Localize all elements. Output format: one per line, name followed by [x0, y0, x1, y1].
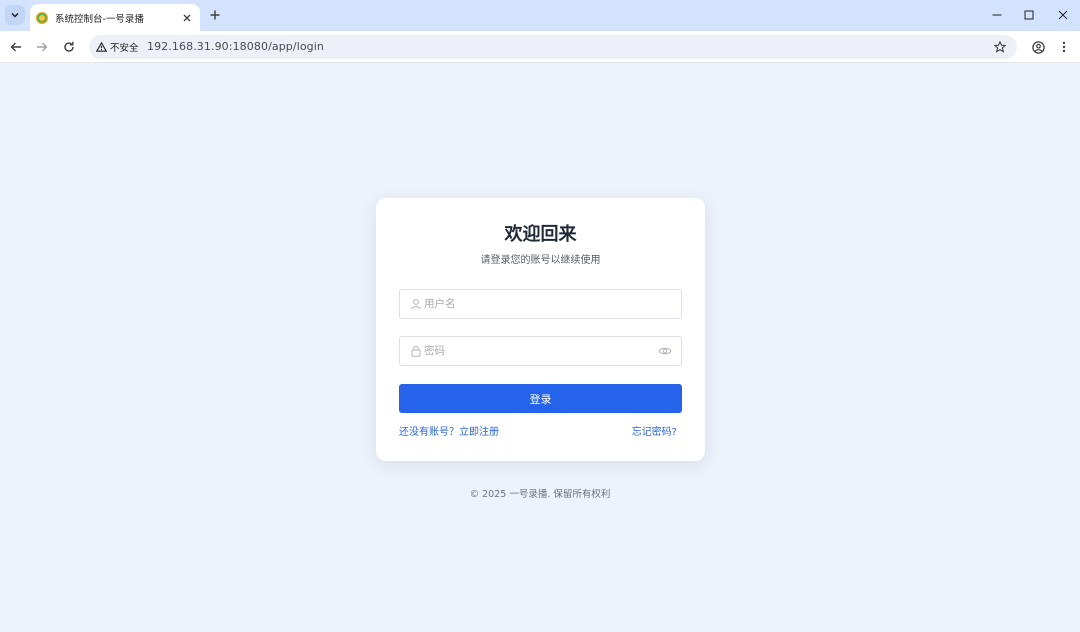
warning-icon [96, 42, 107, 52]
register-link[interactable]: 还没有账号？立即注册 [399, 423, 499, 438]
login-button[interactable]: 登录 [399, 384, 682, 413]
back-button[interactable] [5, 36, 27, 58]
new-tab-button[interactable] [206, 6, 224, 24]
user-icon [411, 299, 421, 310]
browser-tabstrip: 系统控制台-一号录播 [0, 0, 1080, 31]
favicon-icon [36, 11, 48, 24]
tab-close-button[interactable] [180, 11, 194, 25]
arrow-right-icon [37, 42, 48, 52]
reload-icon [64, 41, 74, 52]
security-label: 不安全 [110, 43, 139, 54]
page-title: 欢迎回来 [504, 224, 577, 245]
password-field[interactable] [399, 336, 682, 366]
minimize-icon [992, 14, 1002, 16]
maximize-button[interactable] [1012, 0, 1046, 30]
page-subtitle: 请登录您的账号以继续使用 [480, 255, 601, 266]
forward-button[interactable] [31, 36, 53, 58]
site-security-chip[interactable]: 不安全 [93, 38, 145, 56]
address-bar[interactable]: 不安全 192.168.31.90:18080/app/login [89, 35, 1017, 59]
close-window-button[interactable] [1046, 0, 1080, 30]
close-icon [183, 14, 191, 21]
tab-title: 系统控制台-一号录播 [55, 13, 144, 25]
password-input[interactable] [424, 337, 654, 365]
more-vertical-icon [1062, 41, 1066, 53]
browser-tab[interactable]: 系统控制台-一号录播 [30, 4, 200, 31]
copyright-footer: © 2025 一号录播. 保留所有权利 [469, 489, 611, 500]
tab-search-button[interactable] [5, 5, 25, 25]
profile-button[interactable] [1027, 36, 1049, 58]
close-icon [1058, 10, 1068, 20]
browser-toolbar: 不安全 192.168.31.90:18080/app/login [0, 31, 1080, 63]
minimize-button[interactable] [980, 0, 1014, 30]
arrow-left-icon [10, 42, 21, 52]
url-text[interactable]: 192.168.31.90:18080/app/login [147, 40, 324, 53]
eye-icon[interactable] [658, 345, 672, 357]
menu-button[interactable] [1053, 36, 1075, 58]
bookmark-button[interactable] [991, 38, 1009, 56]
lock-icon [411, 345, 421, 357]
profile-icon [1031, 40, 1045, 54]
username-input[interactable] [424, 290, 654, 318]
reload-button[interactable] [58, 36, 80, 58]
chevron-down-icon [11, 12, 19, 18]
forgot-password-link[interactable]: 忘记密码? [632, 423, 677, 438]
maximize-icon [1024, 10, 1034, 20]
star-icon [994, 41, 1006, 53]
login-card: 欢迎回来 请登录您的账号以继续使用 登录 还没有账号？立即注册 忘记密码? [376, 198, 705, 461]
username-field[interactable] [399, 289, 682, 319]
plus-icon [210, 10, 220, 20]
